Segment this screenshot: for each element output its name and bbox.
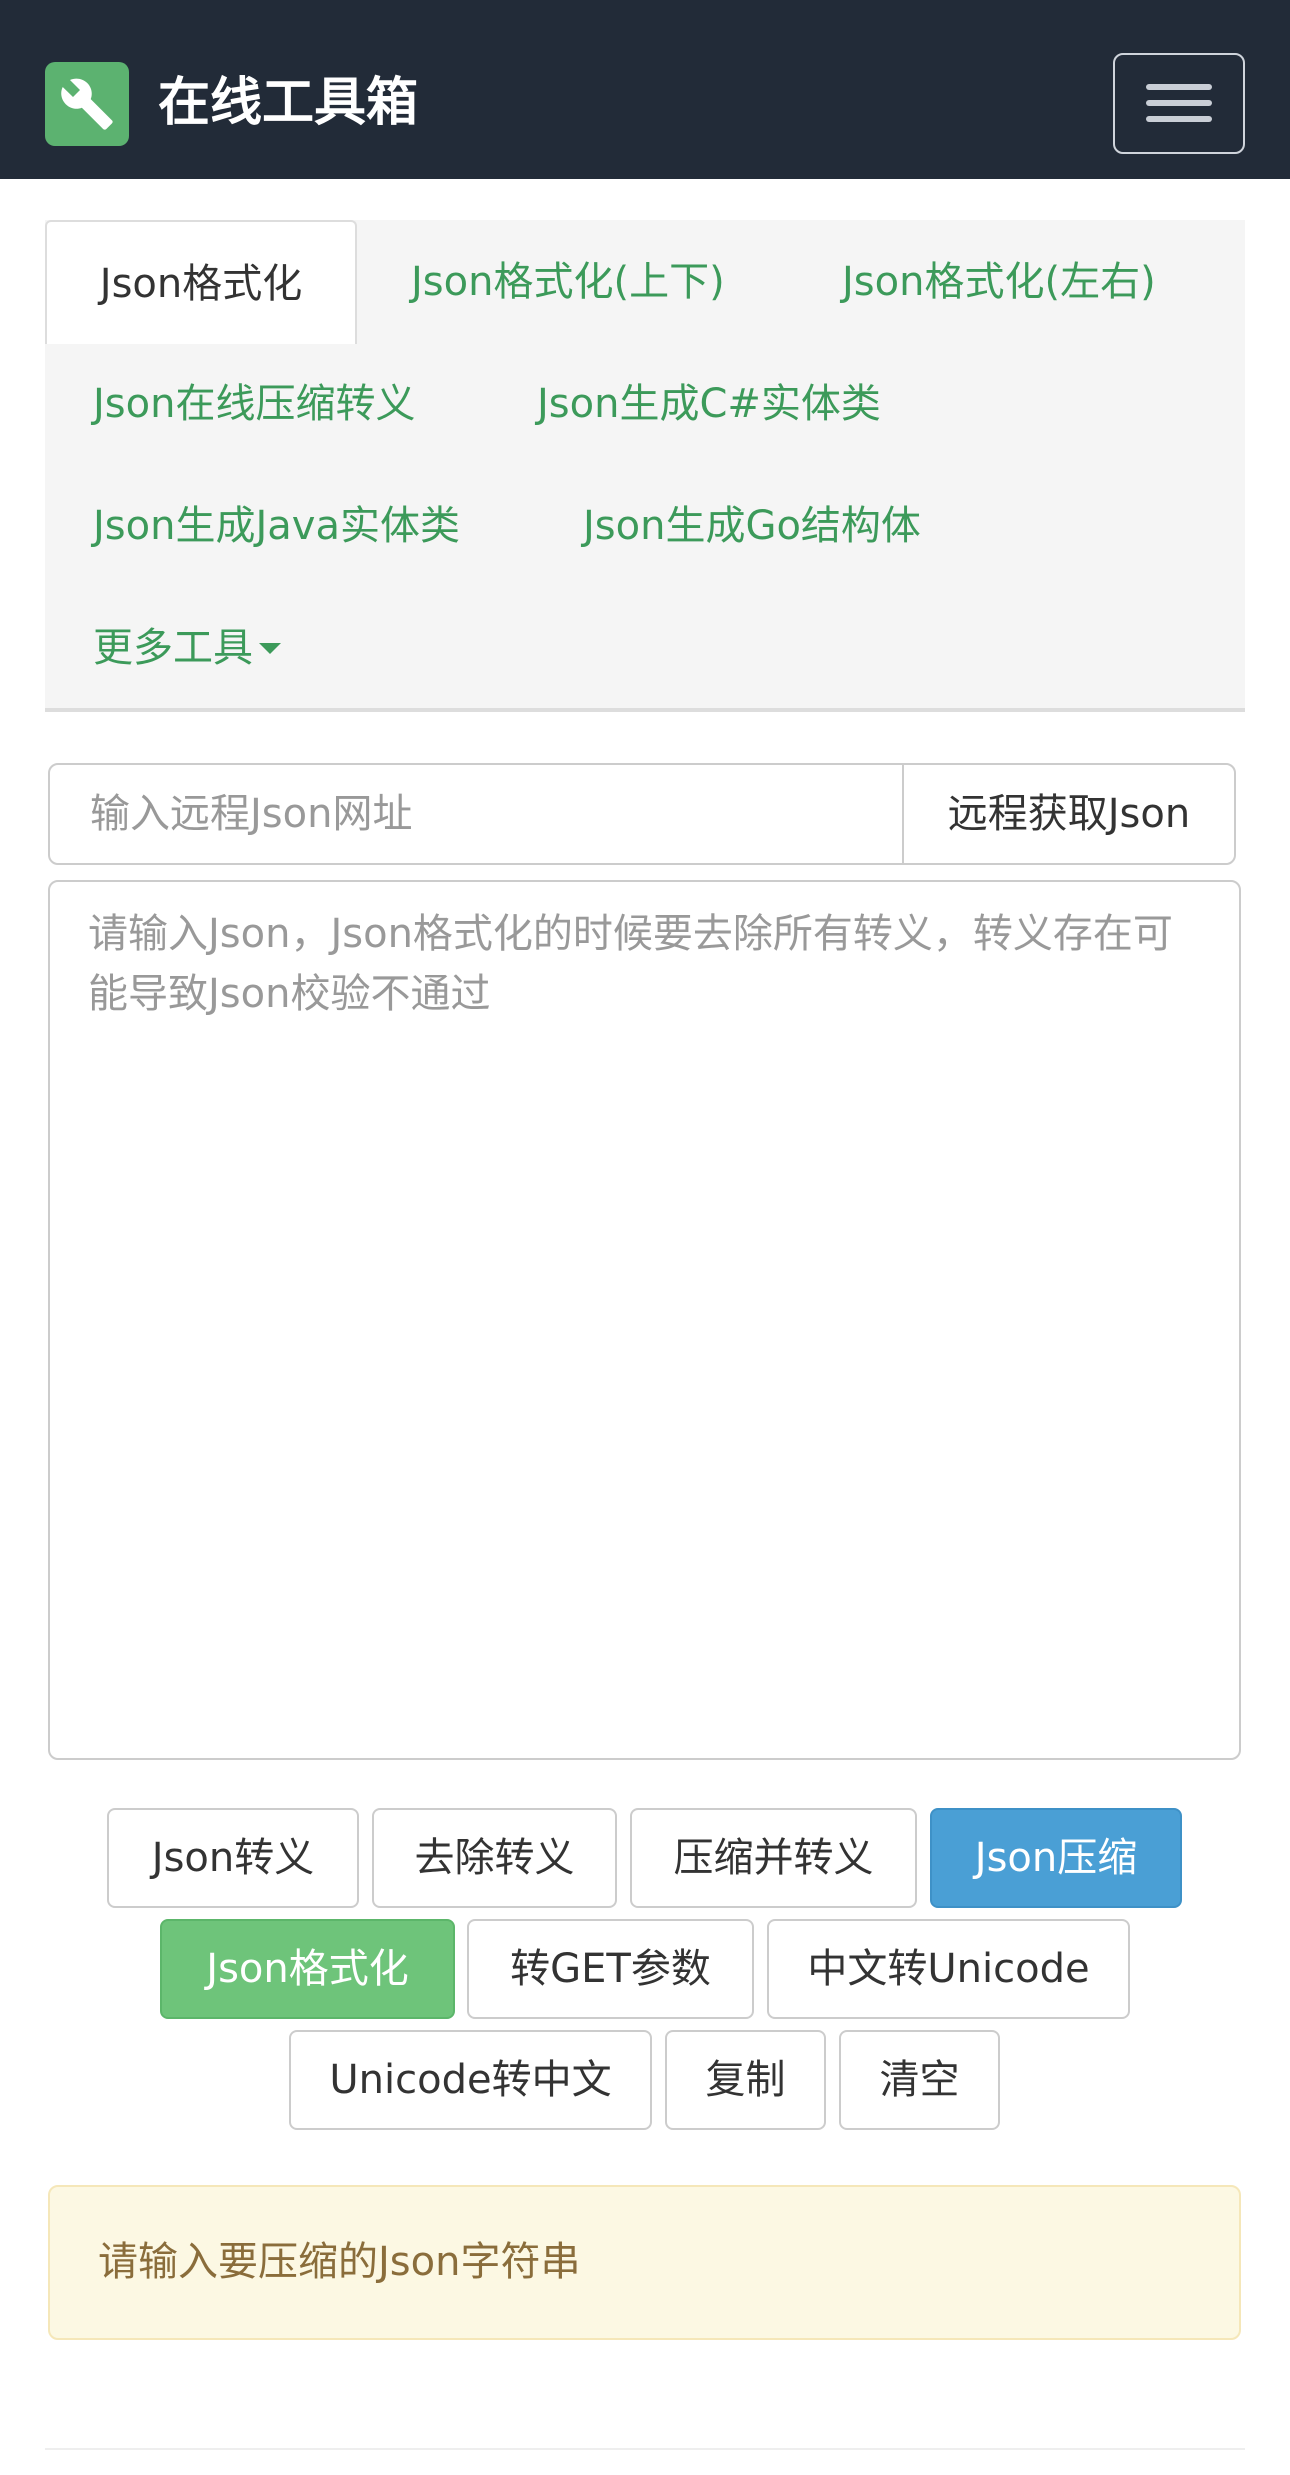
more-tools-label: 更多工具 — [93, 625, 253, 671]
compress-escape-button[interactable]: 压缩并转义 — [630, 1808, 917, 1908]
to-get-params-button[interactable]: 转GET参数 — [467, 1919, 754, 2019]
fetch-remote-json-button[interactable]: 远程获取Json — [902, 765, 1234, 863]
json-input-textarea[interactable] — [48, 880, 1241, 1760]
wrench-icon[interactable] — [45, 62, 129, 146]
tab-json-to-go[interactable]: Json生成Go结构体 — [583, 464, 921, 588]
remote-url-input[interactable] — [50, 765, 903, 863]
divider — [45, 2448, 1245, 2450]
wrench-icon-svg — [61, 78, 113, 130]
more-tools-dropdown[interactable]: 更多工具 — [93, 586, 281, 710]
hamburger-menu-icon[interactable] — [1113, 53, 1245, 154]
menu-bar-line — [1146, 116, 1212, 122]
warning-alert: 请输入要压缩的Json字符串 — [48, 2185, 1241, 2340]
json-compress-button[interactable]: Json压缩 — [930, 1808, 1182, 1908]
top-navbar: 在线工具箱 — [0, 0, 1290, 179]
chinese-to-unicode-button[interactable]: 中文转Unicode — [767, 1919, 1130, 2019]
site-brand[interactable]: 在线工具箱 — [158, 70, 418, 136]
tab-json-to-java[interactable]: Json生成Java实体类 — [93, 464, 460, 588]
copy-button[interactable]: 复制 — [665, 2030, 826, 2130]
clear-button[interactable]: 清空 — [839, 2030, 1000, 2130]
tab-json-format-horizontal[interactable]: Json格式化(左右) — [842, 220, 1156, 344]
tool-tabs: Json格式化 Json格式化(上下) Json格式化(左右) Json在线压缩… — [45, 220, 1245, 712]
remove-escape-button[interactable]: 去除转义 — [372, 1808, 617, 1908]
menu-bar-line — [1146, 100, 1212, 106]
menu-bar-line — [1146, 84, 1212, 90]
json-escape-button[interactable]: Json转义 — [107, 1808, 359, 1908]
tab-json-compress-escape[interactable]: Json在线压缩转义 — [93, 342, 415, 466]
json-format-button[interactable]: Json格式化 — [160, 1919, 455, 2019]
remote-url-group: 远程获取Json — [48, 763, 1236, 865]
unicode-to-chinese-button[interactable]: Unicode转中文 — [289, 2030, 652, 2130]
caret-down-icon — [259, 642, 281, 654]
tab-json-format-vertical[interactable]: Json格式化(上下) — [411, 220, 725, 344]
tab-json-format[interactable]: Json格式化 — [45, 220, 357, 344]
tab-json-to-csharp[interactable]: Json生成C#实体类 — [537, 342, 881, 466]
